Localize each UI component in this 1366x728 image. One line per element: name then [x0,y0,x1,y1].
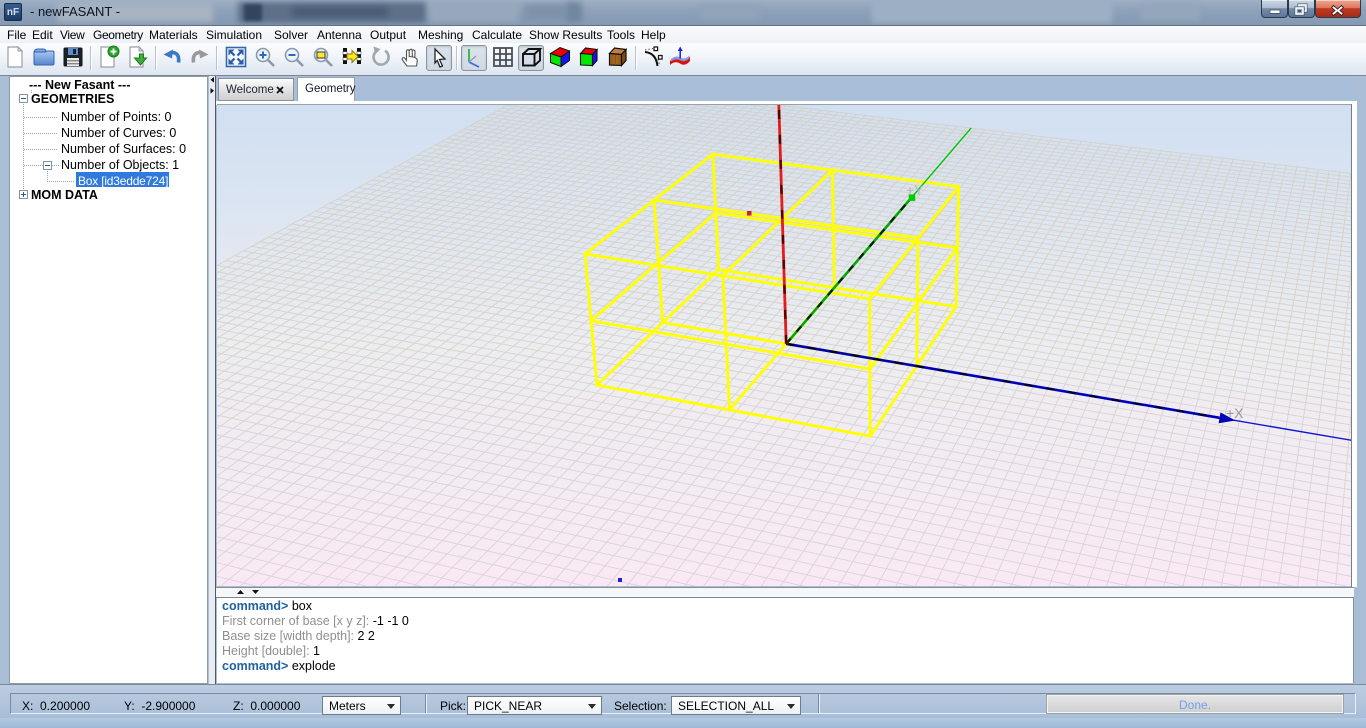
svg-text:+Y: +Y [906,182,924,198]
svg-text:+X: +X [1226,405,1244,421]
